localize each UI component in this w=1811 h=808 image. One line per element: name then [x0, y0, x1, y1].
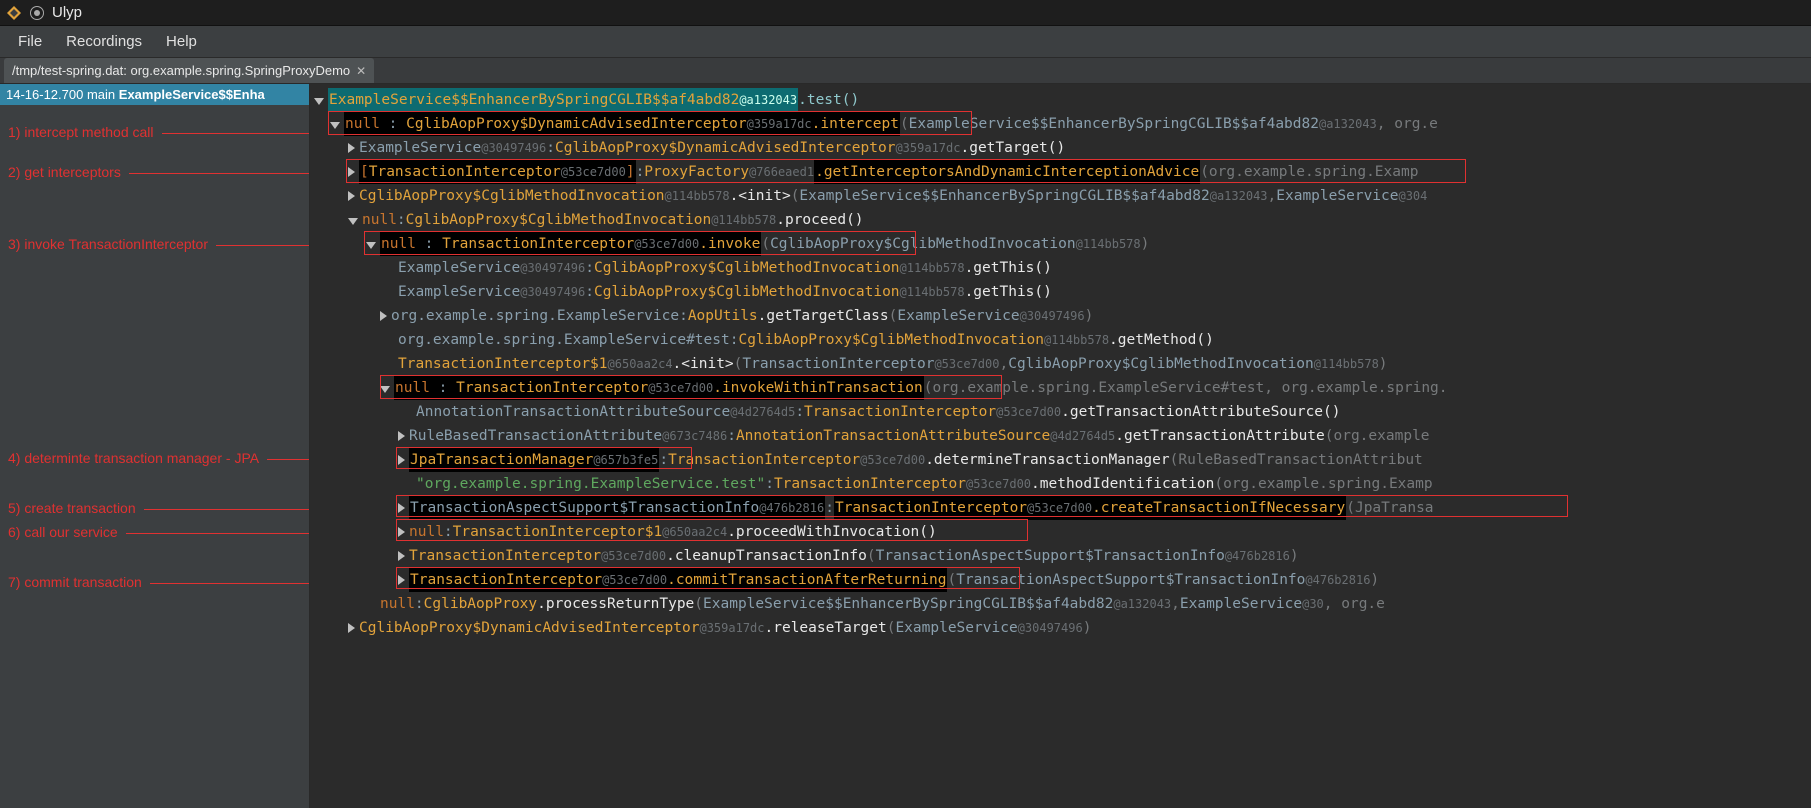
expand-icon[interactable]: [348, 623, 355, 633]
timestamp: 14-16-12.700: [6, 87, 83, 102]
anno-6: 6) call our service: [8, 524, 118, 540]
call-tree[interactable]: ExampleService$$EnhancerBySpringCGLIB$$a…: [310, 84, 1811, 644]
expand-icon[interactable]: [398, 527, 405, 537]
app-icon: [6, 5, 22, 21]
expand-icon[interactable]: [348, 143, 355, 153]
window-control-icon[interactable]: [30, 6, 44, 20]
expand-icon[interactable]: [398, 503, 405, 513]
window-title: Ulyp: [52, 4, 82, 21]
anno-2: 2) get interceptors: [8, 164, 121, 180]
tree-row[interactable]: ExampleService@30497496 : CglibAopProxy$…: [310, 256, 1811, 280]
expand-icon[interactable]: [348, 191, 355, 201]
tree-row[interactable]: null : CglibAopProxy$CglibMethodInvocati…: [310, 208, 1811, 232]
tree-row[interactable]: TransactionAspectSupport$TransactionInfo…: [310, 496, 1811, 520]
menu-recordings[interactable]: Recordings: [66, 33, 142, 50]
tree-row[interactable]: ExampleService@30497496 : CglibAopProxy$…: [310, 136, 1811, 160]
expand-icon[interactable]: [398, 575, 405, 585]
left-method: ExampleService$$Enha: [119, 87, 265, 102]
expand-icon[interactable]: [348, 167, 355, 177]
anno-1: 1) intercept method call: [8, 124, 154, 140]
anno-7: 7) commit transaction: [8, 574, 142, 590]
tree-row[interactable]: "org.example.spring.ExampleService.test"…: [310, 472, 1811, 496]
tree-row[interactable]: [TransactionInterceptor@53ce7d00] : Prox…: [310, 160, 1811, 184]
tree-row[interactable]: org.example.spring.ExampleService : AopU…: [310, 304, 1811, 328]
tree-row[interactable]: RuleBasedTransactionAttribute@673c7486 :…: [310, 424, 1811, 448]
menubar: File Recordings Help: [0, 26, 1811, 58]
tabstrip: /tmp/test-spring.dat: org.example.spring…: [0, 58, 1811, 84]
tree-row[interactable]: ExampleService$$EnhancerBySpringCGLIB$$a…: [310, 88, 1811, 112]
expand-icon[interactable]: [314, 98, 324, 105]
expand-icon[interactable]: [398, 551, 405, 561]
tree-row[interactable]: ExampleService@30497496 : CglibAopProxy$…: [310, 280, 1811, 304]
recording-row[interactable]: 14-16-12.700 main ExampleService$$Enha: [0, 84, 309, 105]
tree-row[interactable]: CglibAopProxy$DynamicAdvisedInterceptor@…: [310, 616, 1811, 640]
tree-row[interactable]: JpaTransactionManager@657b3fe5 : Transac…: [310, 448, 1811, 472]
left-panel: 14-16-12.700 main ExampleService$$Enha 1…: [0, 84, 310, 808]
expand-icon[interactable]: [380, 386, 390, 393]
tree-row[interactable]: null : CglibAopProxy.processReturnType(E…: [310, 592, 1811, 616]
tab-label: /tmp/test-spring.dat: org.example.spring…: [12, 63, 350, 78]
anno-5: 5) create transaction: [8, 500, 136, 516]
tree-row[interactable]: TransactionInterceptor@53ce7d00.commitTr…: [310, 568, 1811, 592]
expand-icon[interactable]: [398, 431, 405, 441]
close-icon[interactable]: ✕: [356, 64, 366, 78]
tree-row[interactable]: null : TransactionInterceptor$1@650aa2c4…: [310, 520, 1811, 544]
expand-icon[interactable]: [380, 311, 387, 321]
tree-row[interactable]: null : TransactionInterceptor@53ce7d00.i…: [310, 376, 1811, 400]
menu-file[interactable]: File: [18, 33, 42, 50]
expand-icon[interactable]: [348, 218, 358, 225]
tree-row[interactable]: AnnotationTransactionAttributeSource@4d2…: [310, 400, 1811, 424]
tab-recording[interactable]: /tmp/test-spring.dat: org.example.spring…: [4, 58, 374, 83]
tree-row[interactable]: null : CglibAopProxy$DynamicAdvisedInter…: [310, 112, 1811, 136]
expand-icon[interactable]: [398, 455, 405, 465]
main-split: 14-16-12.700 main ExampleService$$Enha 1…: [0, 84, 1811, 808]
anno-3: 3) invoke TransactionInterceptor: [8, 236, 208, 252]
tree-row[interactable]: TransactionInterceptor$1@650aa2c4.<init>…: [310, 352, 1811, 376]
thread: main: [87, 87, 115, 102]
tree-row[interactable]: org.example.spring.ExampleService#test :…: [310, 328, 1811, 352]
tree-panel: ExampleService$$EnhancerBySpringCGLIB$$a…: [310, 84, 1811, 808]
titlebar: Ulyp: [0, 0, 1811, 26]
expand-icon[interactable]: [330, 122, 340, 129]
tree-row[interactable]: null : TransactionInterceptor@53ce7d00.i…: [310, 232, 1811, 256]
anno-4: 4) determinte transaction manager - JPA: [8, 450, 259, 466]
expand-icon[interactable]: [366, 242, 376, 249]
tree-row[interactable]: TransactionInterceptor@53ce7d00.cleanupT…: [310, 544, 1811, 568]
menu-help[interactable]: Help: [166, 33, 197, 50]
tree-row[interactable]: CglibAopProxy$CglibMethodInvocation@114b…: [310, 184, 1811, 208]
